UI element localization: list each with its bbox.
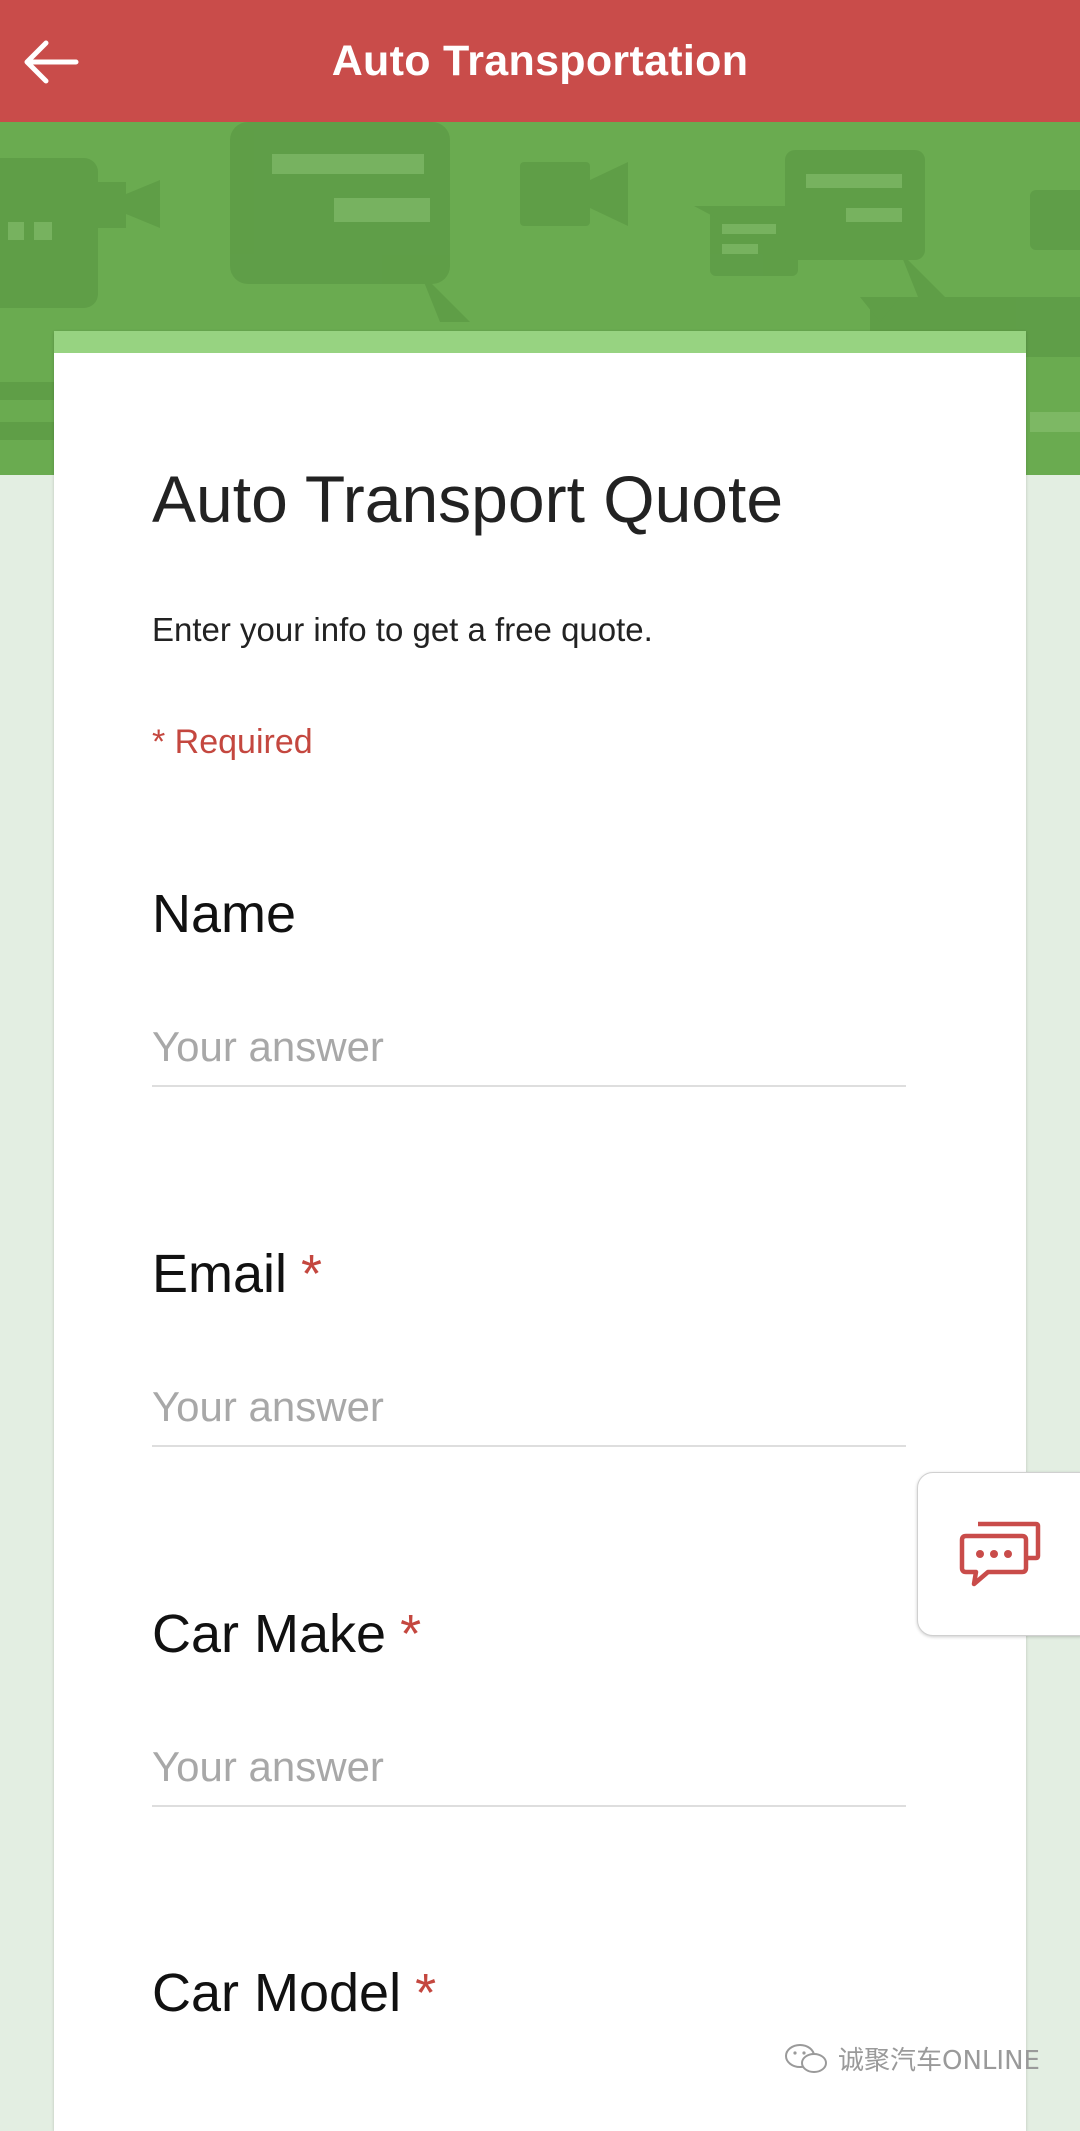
watermark-text: 诚聚汽车ONLINE <box>838 2046 1040 2076</box>
question-label-text: Car Make <box>152 1604 387 1664</box>
form-card: Auto Transport Quote Enter your info to … <box>54 331 1026 2131</box>
question-label-text: Car Model <box>152 1963 402 2023</box>
question-label-text: Email <box>152 1244 288 1304</box>
car-make-input[interactable] <box>152 1743 906 1807</box>
question-car-make: Car Make * <box>152 1603 906 1807</box>
email-input[interactable] <box>152 1383 906 1447</box>
watermark: 诚聚汽车ONLINE <box>784 2040 1040 2077</box>
chat-button[interactable] <box>917 1472 1080 1636</box>
required-asterisk: * <box>415 1963 437 2023</box>
back-button[interactable] <box>14 26 86 98</box>
required-note: * Required <box>152 723 313 761</box>
required-asterisk: * <box>301 1244 323 1304</box>
question-label: Car Model * <box>152 1962 906 2024</box>
question-car-model: Car Model * <box>152 1962 906 2024</box>
question-label-text: Name <box>152 884 297 944</box>
question-name: Name <box>152 883 906 1087</box>
question-email: Email * <box>152 1243 906 1447</box>
form-title: Auto Transport Quote <box>152 462 784 536</box>
question-label: Email * <box>152 1243 906 1305</box>
required-asterisk: * <box>400 1604 422 1664</box>
question-label: Car Make * <box>152 1603 906 1665</box>
arrow-left-icon <box>24 40 79 84</box>
app-bar-title: Auto Transportation <box>331 36 749 85</box>
name-input[interactable] <box>152 1023 906 1087</box>
question-label: Name <box>152 883 906 945</box>
app-bar: Auto Transportation <box>0 0 1080 122</box>
wechat-icon <box>785 2043 827 2073</box>
card-accent-bar <box>54 331 1026 353</box>
chat-bubbles-icon <box>959 1521 1040 1587</box>
form-description: Enter your info to get a free quote. <box>152 611 653 648</box>
